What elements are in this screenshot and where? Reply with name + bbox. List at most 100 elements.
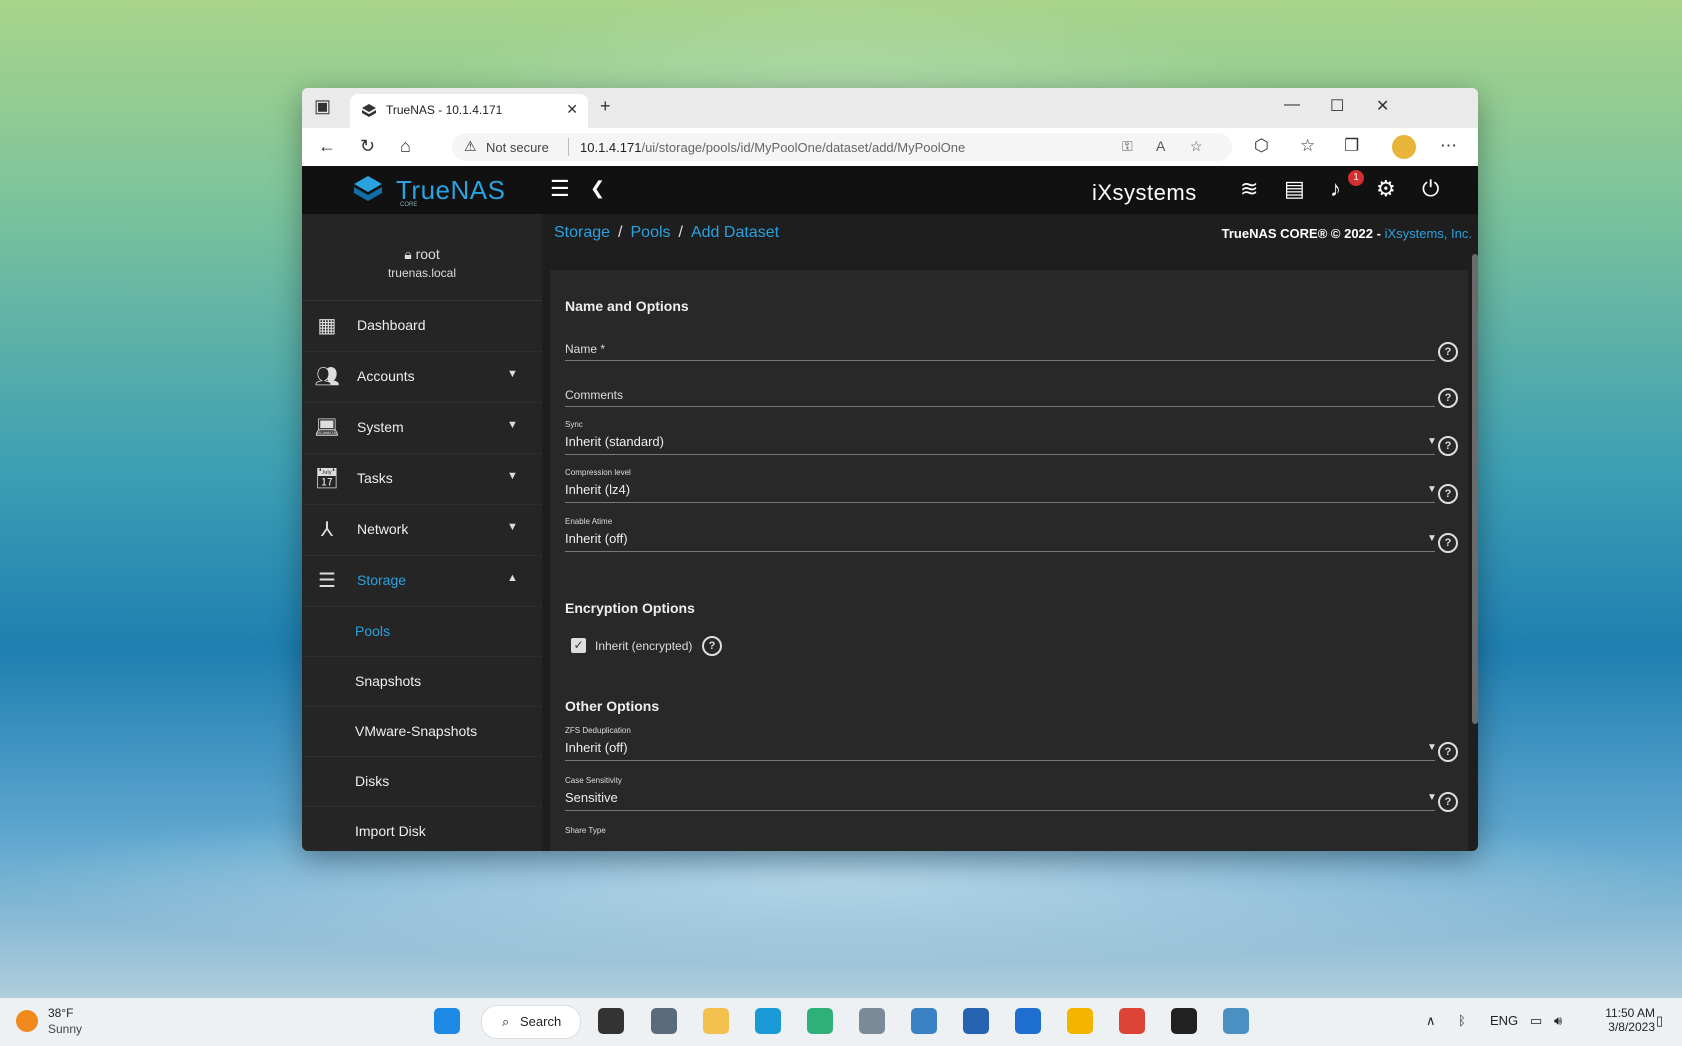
- help-icon[interactable]: ?: [1438, 388, 1458, 408]
- edge-canary-icon[interactable]: [807, 1008, 833, 1034]
- home-icon[interactable]: ⌂: [400, 136, 411, 157]
- compression-underline: [565, 502, 1435, 503]
- tab-bar: ▣ TrueNAS - 10.1.4.171 ✕ + — ☐ ✕: [302, 88, 1478, 128]
- name-underline: [565, 360, 1435, 361]
- sidebar-item-system[interactable]: 💻︎ System ▼: [302, 403, 542, 454]
- close-window-icon[interactable]: ✕: [1376, 96, 1389, 116]
- lock-icon: 🔒︎: [404, 246, 412, 262]
- gear-icon[interactable]: ⚙: [1376, 176, 1396, 202]
- inherit-encrypted-checkbox[interactable]: ✓: [571, 638, 586, 653]
- menu-icon[interactable]: ☰: [550, 176, 570, 202]
- chrome-icon[interactable]: [1119, 1008, 1145, 1034]
- chevron-left-icon[interactable]: ❮: [590, 178, 605, 199]
- ixsystems-logo[interactable]: iXsystems: [1092, 176, 1197, 207]
- new-tab-icon[interactable]: +: [600, 96, 611, 117]
- remote-desktop-icon[interactable]: [1223, 1008, 1249, 1034]
- file-explorer-icon[interactable]: [703, 1008, 729, 1034]
- profile-avatar[interactable]: [1392, 135, 1416, 159]
- dropdown-arrow-icon: ▼: [1427, 484, 1437, 495]
- taskbar-search[interactable]: ⌕ Search: [481, 1005, 581, 1039]
- sidebar-item-label: System: [357, 419, 404, 435]
- key-icon[interactable]: ⚿: [1122, 138, 1133, 155]
- favorite-add-icon[interactable]: ☆: [1190, 138, 1203, 155]
- sidebar-subitem-snapshots[interactable]: Snapshots: [302, 657, 542, 707]
- help-icon[interactable]: ?: [1438, 792, 1458, 812]
- sidebar-item-tasks[interactable]: 📅︎ Tasks ▼: [302, 454, 542, 505]
- minimize-icon[interactable]: —: [1284, 96, 1300, 114]
- storage-icon: ☰: [318, 570, 336, 592]
- sidebar-subitem-disks[interactable]: Disks: [302, 757, 542, 807]
- case-value: Sensitive: [565, 790, 618, 805]
- extensions-icon[interactable]: ⬡: [1254, 136, 1269, 156]
- close-tab-icon[interactable]: ✕: [566, 101, 578, 118]
- help-icon[interactable]: ?: [1438, 484, 1458, 504]
- favorites-icon[interactable]: ☆: [1300, 136, 1315, 156]
- dedup-value: Inherit (off): [565, 740, 628, 755]
- clipboard-icon[interactable]: ▤: [1284, 176, 1305, 202]
- browser-window: ▣ TrueNAS - 10.1.4.171 ✕ + — ☐ ✕ ← ↻ ⌂ ⚠…: [302, 88, 1478, 851]
- tab-title: TrueNAS - 10.1.4.171: [386, 103, 503, 117]
- task-view-icon[interactable]: [598, 1008, 624, 1034]
- url-divider: [568, 138, 569, 156]
- sidebar-item-accounts[interactable]: 👥︎ Accounts ▼: [302, 352, 542, 403]
- sun-icon[interactable]: [16, 1010, 38, 1032]
- truecommand-icon[interactable]: ≋: [1240, 176, 1258, 202]
- sidebar-subitem-vmware-snapshots[interactable]: VMware-Snapshots: [302, 707, 542, 757]
- settings-app-icon[interactable]: [651, 1008, 677, 1034]
- atime-value: Inherit (off): [565, 531, 628, 546]
- start-icon[interactable]: [434, 1008, 460, 1034]
- browser-tab[interactable]: TrueNAS - 10.1.4.171 ✕: [350, 94, 588, 128]
- sidebar-subitem-pools[interactable]: Pools: [302, 607, 542, 657]
- compression-value: Inherit (lz4): [565, 482, 631, 497]
- collections-icon[interactable]: ❐: [1344, 136, 1359, 156]
- breadcrumb-storage[interactable]: Storage: [554, 224, 610, 241]
- breadcrumb-add-dataset[interactable]: Add Dataset: [691, 224, 779, 241]
- more-icon[interactable]: ⋯: [1440, 136, 1457, 156]
- url-host: 10.1.4.171: [580, 140, 642, 155]
- edge-icon[interactable]: [755, 1008, 781, 1034]
- snipping-tool-icon[interactable]: [859, 1008, 885, 1034]
- inherit-encrypted-label: Inherit (encrypted): [595, 639, 693, 653]
- main-content: Storage / Pools / Add Dataset TrueNAS CORE® …: [542, 214, 1478, 851]
- notepad-icon[interactable]: [911, 1008, 937, 1034]
- tab-actions-icon[interactable]: ▣: [314, 96, 331, 117]
- store-icon[interactable]: [963, 1008, 989, 1034]
- bluetooth-icon[interactable]: ᛒ: [1458, 1013, 1466, 1028]
- volume-icon[interactable]: 🔊︎: [1554, 1013, 1562, 1029]
- clock-time: 11:50 AM: [1605, 1006, 1655, 1020]
- refresh-icon[interactable]: ↻: [360, 136, 375, 157]
- search-icon: ⌕: [502, 1014, 510, 1029]
- weather-desc: Sunny: [48, 1022, 83, 1036]
- scrollbar[interactable]: [1472, 254, 1478, 724]
- back-icon[interactable]: ←: [318, 136, 336, 157]
- dropdown-arrow-icon: ▼: [1427, 742, 1437, 753]
- help-icon[interactable]: ?: [702, 636, 722, 656]
- add-dataset-form: Name and Options Name * ? Comments ? Syn…: [550, 270, 1468, 851]
- chevron-up-icon[interactable]: ∧: [1426, 1013, 1436, 1029]
- help-icon[interactable]: ?: [1438, 342, 1458, 362]
- help-icon[interactable]: ?: [1438, 436, 1458, 456]
- bell-icon[interactable]: ♪: [1330, 176, 1341, 202]
- help-icon[interactable]: ?: [1438, 742, 1458, 762]
- clock[interactable]: 11:50 AM 3/8/2023: [1585, 1006, 1655, 1034]
- power-icon[interactable]: ⏻: [1422, 176, 1439, 202]
- notifications-icon[interactable]: ▯: [1656, 1013, 1663, 1029]
- help-icon[interactable]: ?: [1438, 533, 1458, 553]
- sidebar-item-storage[interactable]: ☰ Storage ▲: [302, 556, 542, 607]
- name-label: Name *: [565, 342, 606, 356]
- read-aloud-icon[interactable]: A: [1156, 138, 1165, 154]
- url-field[interactable]: ⚠ Not secure 10.1.4.171/ui/storage/pools…: [452, 133, 1232, 161]
- sidebar-subitem-import-disk[interactable]: Import Disk: [302, 807, 542, 851]
- word-icon[interactable]: [1015, 1008, 1041, 1034]
- case-underline: [565, 810, 1435, 811]
- breadcrumb-pools[interactable]: Pools: [631, 224, 671, 241]
- copyright-link[interactable]: iXsystems, Inc.: [1385, 226, 1472, 241]
- terminal-icon[interactable]: [1171, 1008, 1197, 1034]
- sidebar-item-network[interactable]: ⅄ Network ▼: [302, 505, 542, 556]
- maximize-icon[interactable]: ☐: [1330, 96, 1344, 116]
- chrome-canary-icon[interactable]: [1067, 1008, 1093, 1034]
- sidebar-item-dashboard[interactable]: ▦ Dashboard: [302, 301, 542, 352]
- sidebar-item-label: Dashboard: [357, 317, 426, 333]
- language-indicator[interactable]: ENG: [1490, 1013, 1518, 1028]
- network-icon[interactable]: ▭: [1530, 1013, 1542, 1029]
